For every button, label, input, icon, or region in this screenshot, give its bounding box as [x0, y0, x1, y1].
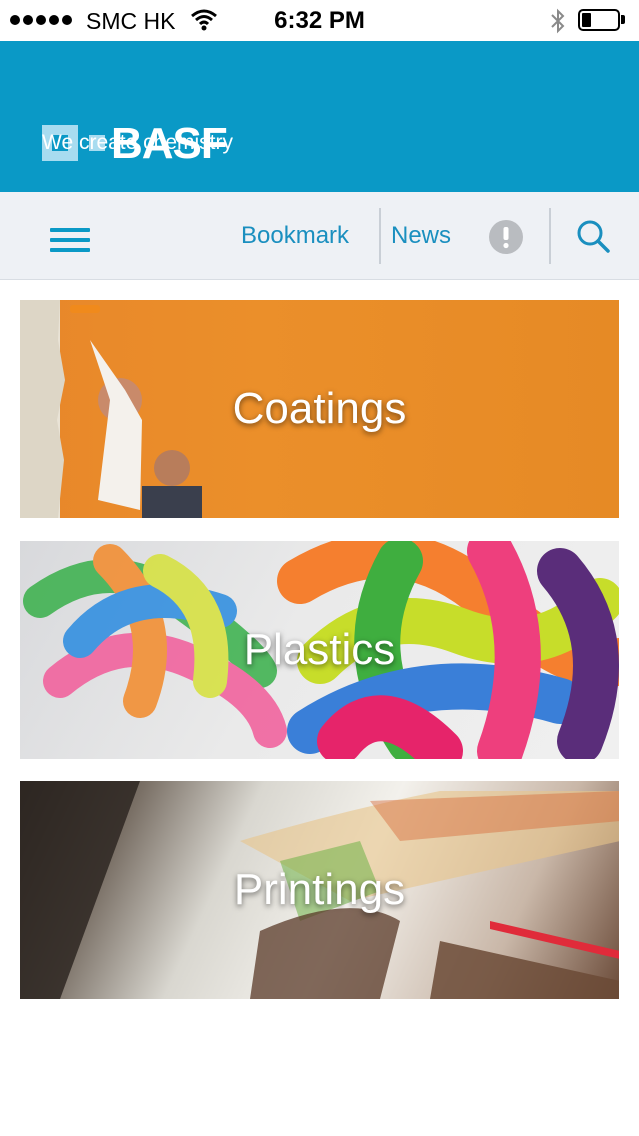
news-link[interactable]: News [391, 222, 451, 250]
category-label: Printings [233, 865, 406, 914]
hamburger-menu-icon[interactable] [50, 228, 90, 252]
battery-level [582, 13, 591, 27]
bluetooth-icon [551, 8, 565, 34]
battery-icon [578, 9, 620, 31]
app-header: BASF [0, 41, 639, 192]
battery-cap [621, 15, 625, 24]
bookmark-link[interactable]: Bookmark [241, 222, 349, 250]
nav-bar: Bookmark News [0, 192, 639, 280]
nav-divider [379, 208, 381, 264]
category-card-coatings[interactable]: Coatings [20, 300, 619, 518]
exclamation-circle-icon[interactable] [489, 220, 523, 254]
category-card-plastics[interactable]: Plastics [20, 541, 619, 759]
nav-divider [549, 208, 551, 264]
search-icon[interactable] [575, 218, 611, 254]
category-label: Plastics [243, 625, 396, 674]
category-label: Coatings [232, 384, 407, 433]
category-card-printings[interactable]: Printings [20, 781, 619, 999]
tagline: We create chemistry [42, 131, 233, 154]
status-time: 6:32 PM [274, 7, 365, 34]
status-bar: SMC HK 6:32 PM [0, 0, 639, 42]
